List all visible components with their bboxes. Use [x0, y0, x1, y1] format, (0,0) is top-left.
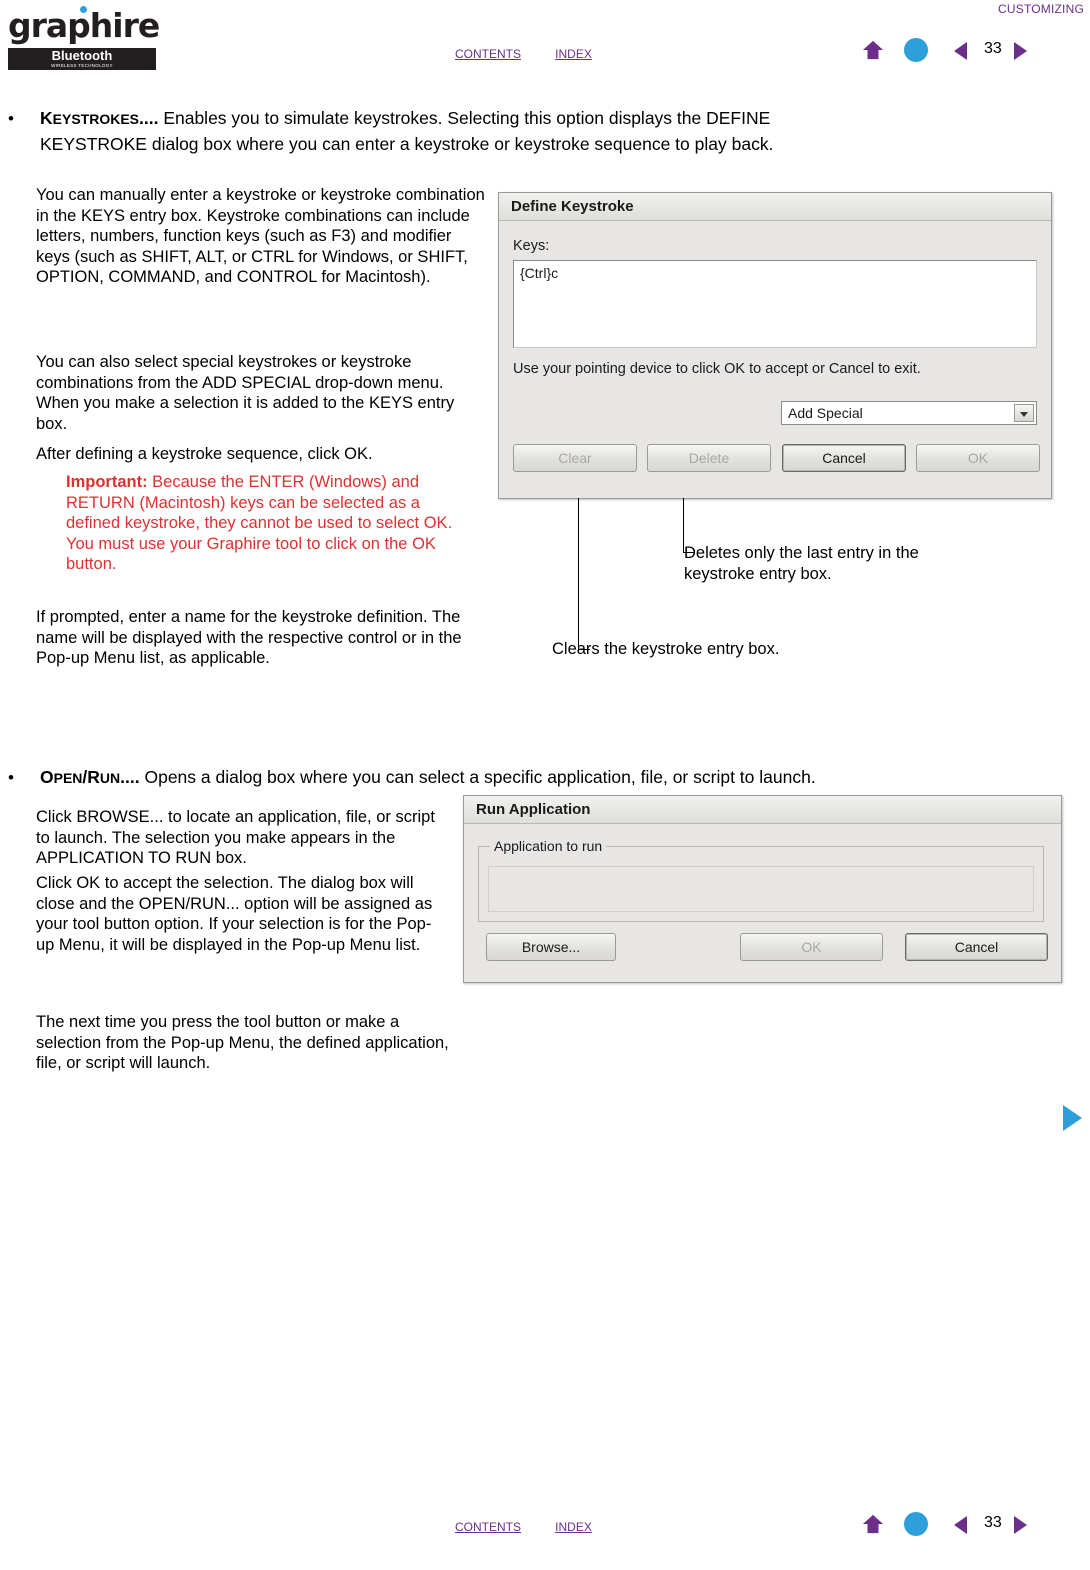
clear-annotation: Clears the keystroke entry box.: [552, 640, 780, 658]
keystroke-paragraph-4: If prompted, enter a name for the keystr…: [36, 608, 462, 667]
keystroke-paragraph-3: After defining a keystroke sequence, cli…: [36, 445, 373, 463]
footer-links: CONTENTS INDEX: [455, 1518, 622, 1535]
run-ok-button[interactable]: OK: [740, 933, 883, 961]
run-application-title: Run Application: [464, 796, 1061, 824]
home-icon[interactable]: [862, 1513, 884, 1535]
cancel-button[interactable]: Cancel: [782, 444, 906, 472]
keys-label: Keys:: [513, 238, 550, 254]
bullet-dot: •: [8, 768, 14, 787]
next-section-arrow-icon[interactable]: [1063, 1105, 1082, 1131]
openrun-paragraph-1: Click BROWSE... to locate an application…: [36, 808, 435, 867]
add-special-dropdown[interactable]: Add Special: [781, 401, 1037, 425]
bullet-openrun-text: OPEN/RUN.... Opens a dialog box where yo…: [40, 767, 816, 787]
next-page-icon[interactable]: [1014, 1516, 1027, 1534]
keystroke-important-note: Important: Because the ENTER (Windows) a…: [66, 472, 466, 575]
footer-index-link[interactable]: INDEX: [555, 1518, 592, 1535]
application-to-run-label: Application to run: [490, 838, 607, 854]
dialog-hint-text: Use your pointing device to click OK to …: [513, 361, 921, 377]
chevron-down-icon[interactable]: [1014, 404, 1034, 422]
define-keystroke-title: Define Keystroke: [499, 193, 1051, 221]
keys-input-value: {Ctrl}c: [520, 265, 559, 281]
run-cancel-button[interactable]: Cancel: [905, 933, 1048, 961]
bullet-keystrokes-text: KEYSTROKES.... Enables you to simulate k…: [40, 108, 774, 154]
openrun-paragraph-2: Click OK to accept the selection. The di…: [36, 874, 433, 954]
previous-page-icon[interactable]: [954, 1516, 967, 1534]
run-application-dialog: Run Application Application to run Brows…: [463, 795, 1062, 983]
page-content: • KEYSTROKES.... Enables you to simulate…: [0, 0, 1090, 1570]
clear-button[interactable]: Clear: [513, 444, 637, 472]
page-footer: CONTENTS INDEX 33: [0, 1500, 1090, 1570]
bullet-keystrokes-line2: KEYSTROKE dialog box where you can enter…: [40, 134, 774, 154]
important-label: Important:: [66, 473, 148, 491]
footer-nav-cluster: 33: [862, 1510, 1082, 1540]
clear-leader-line: [578, 498, 579, 650]
ok-button[interactable]: OK: [916, 444, 1040, 472]
keystroke-paragraph-1: You can manually enter a keystroke or ke…: [36, 186, 485, 286]
add-special-value: Add Special: [788, 405, 863, 421]
openrun-paragraph-3: The next time you press the tool button …: [36, 1013, 449, 1072]
footer-contents-link[interactable]: CONTENTS: [455, 1518, 521, 1535]
delete-button[interactable]: Delete: [647, 444, 771, 472]
bullet-openrun-rest: Opens a dialog box where you can select …: [139, 767, 816, 787]
first-page-icon[interactable]: [904, 1512, 928, 1536]
delete-annotation: Deletes only the last entry in the keyst…: [684, 544, 919, 583]
define-keystroke-dialog: Define Keystroke Keys: {Ctrl}c Use your …: [498, 192, 1052, 499]
browse-button[interactable]: Browse...: [486, 933, 616, 961]
footer-page-number: 33: [984, 1514, 1002, 1531]
application-to-run-field[interactable]: [488, 866, 1034, 912]
bullet-keystrokes-rest: Enables you to simulate keystrokes. Sele…: [158, 108, 771, 128]
keystroke-paragraph-2: You can also select special keystrokes o…: [36, 353, 455, 433]
bullet-dot: •: [8, 109, 14, 128]
keys-input[interactable]: {Ctrl}c: [513, 260, 1037, 348]
